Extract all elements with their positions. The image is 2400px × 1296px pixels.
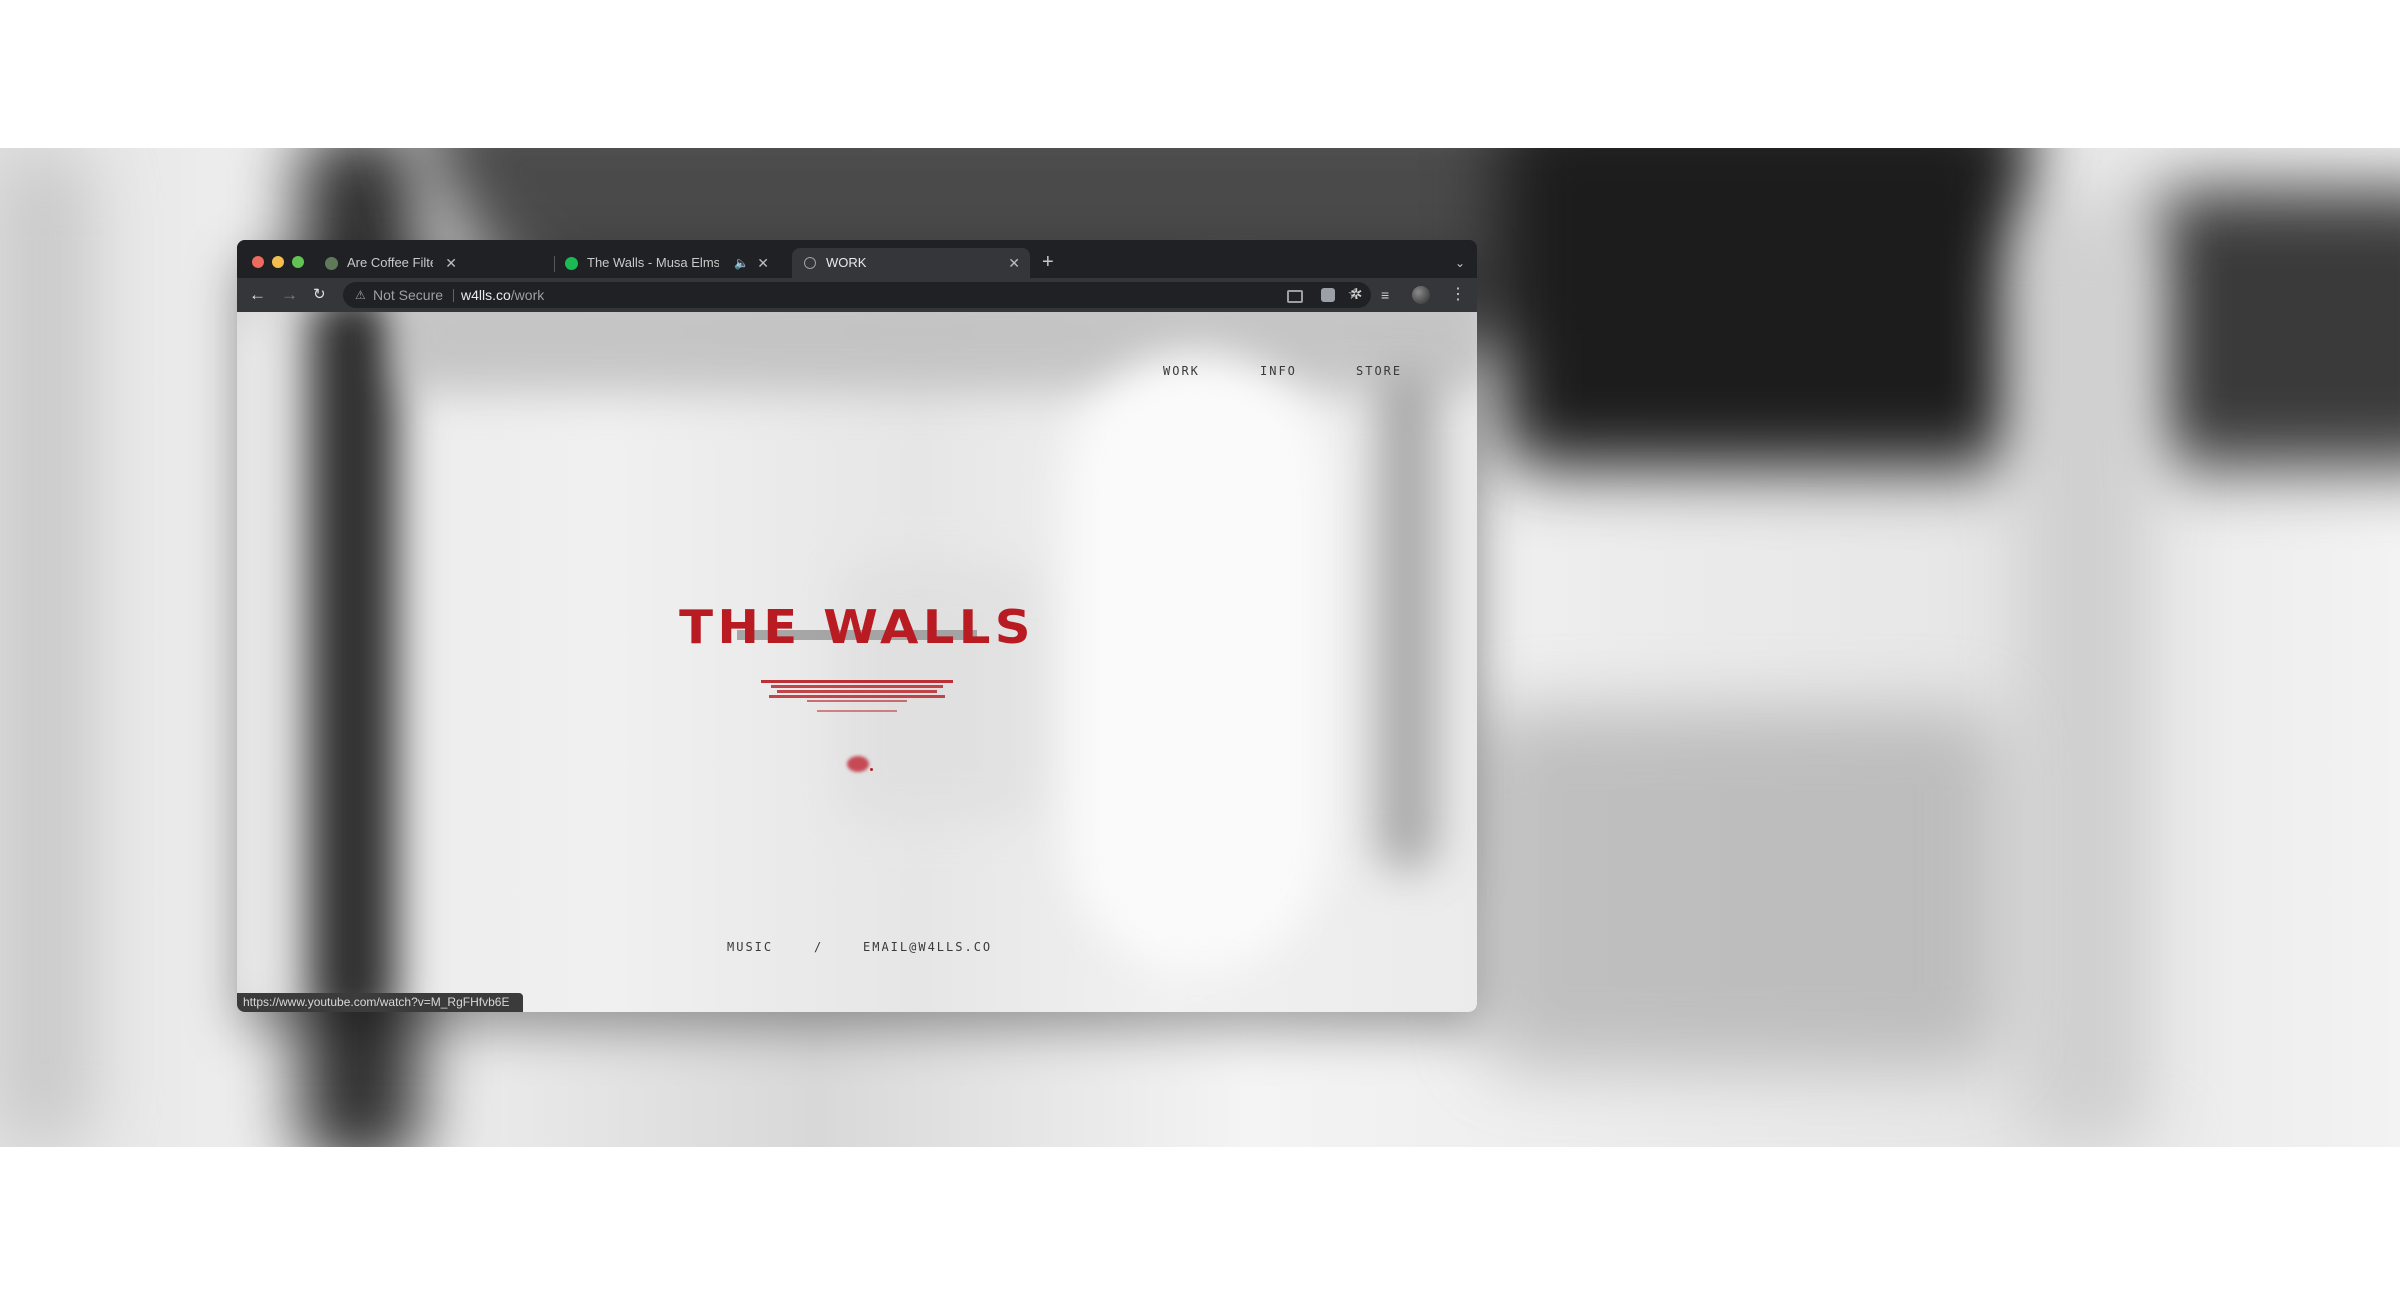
- hero-title[interactable]: THE WALLS: [619, 600, 1094, 654]
- reload-button[interactable]: ↻: [313, 278, 326, 312]
- tab-title: WORK: [826, 255, 867, 270]
- address-bar[interactable]: ⚠ Not Secure w4lls.co/work ☆: [343, 282, 1371, 308]
- tab-strip: Are Coffee Filter Safe – An Hon ✕ The Wa…: [237, 240, 1477, 278]
- close-icon[interactable]: ✕: [445, 248, 457, 278]
- tab-search-chevron-icon[interactable]: ⌄: [1455, 248, 1465, 278]
- more-menu-icon[interactable]: ⋮: [1450, 278, 1466, 303]
- nav-link-work[interactable]: WORK: [1163, 364, 1200, 378]
- new-tab-button[interactable]: +: [1042, 248, 1054, 278]
- nav-link-info[interactable]: INFO: [1260, 364, 1297, 378]
- media-control-icon[interactable]: ≡: [1381, 278, 1397, 303]
- extensions-puzzle-icon[interactable]: ✲: [1350, 278, 1366, 303]
- footer-separator: /: [814, 940, 824, 954]
- tab-work[interactable]: WORK ✕: [792, 248, 1030, 278]
- browser-toolbar: ← → ↻ ⚠ Not Secure w4lls.co/work ☆ ✲ ≡ ⋮: [237, 278, 1477, 312]
- forward-button[interactable]: →: [281, 278, 298, 312]
- footer-link-music[interactable]: MUSIC: [727, 940, 773, 954]
- tab-title: The Walls - Musa Elms: [587, 255, 719, 270]
- url-path: /work: [510, 287, 545, 303]
- spotify-icon: [565, 257, 578, 270]
- page-viewport: WORK INFO STORE THE WALLS MUSIC / EMAIL@…: [237, 312, 1477, 1012]
- extension-icon[interactable]: [1321, 288, 1335, 302]
- globe-icon: [804, 257, 816, 269]
- play-video-mark[interactable]: [847, 756, 869, 772]
- browser-window: Are Coffee Filter Safe – An Hon ✕ The Wa…: [237, 240, 1477, 1012]
- close-window-button[interactable]: [252, 256, 264, 268]
- speaker-icon[interactable]: 🔈: [734, 248, 749, 278]
- close-icon[interactable]: ✕: [757, 248, 769, 278]
- maximize-window-button[interactable]: [292, 256, 304, 268]
- close-icon[interactable]: ✕: [1008, 248, 1020, 278]
- profile-avatar[interactable]: [1412, 286, 1430, 304]
- url-text[interactable]: w4lls.co/work: [461, 282, 544, 308]
- back-button[interactable]: ←: [249, 278, 266, 312]
- minimize-window-button[interactable]: [272, 256, 284, 268]
- url-host: w4lls.co: [461, 287, 511, 303]
- site-favicon-icon: [325, 257, 338, 270]
- tab-title: Are Coffee Filter Safe – An Hon: [347, 255, 433, 270]
- credits-block: [737, 678, 977, 712]
- footer-link-email[interactable]: EMAIL@W4LLS.CO: [863, 940, 992, 954]
- link-status-bar: https://www.youtube.com/watch?v=M_RgFHfv…: [237, 993, 523, 1012]
- tab-the-walls-spotify[interactable]: The Walls - Musa Elms 🔈 ✕: [553, 248, 779, 278]
- tab-coffee-filter[interactable]: Are Coffee Filter Safe – An Hon ✕: [313, 248, 467, 278]
- nav-link-store[interactable]: STORE: [1356, 364, 1402, 378]
- security-label[interactable]: Not Secure: [373, 282, 443, 308]
- cursor-dot: [870, 768, 873, 771]
- picture-in-picture-icon[interactable]: [1287, 290, 1303, 303]
- warning-icon[interactable]: ⚠: [355, 282, 366, 308]
